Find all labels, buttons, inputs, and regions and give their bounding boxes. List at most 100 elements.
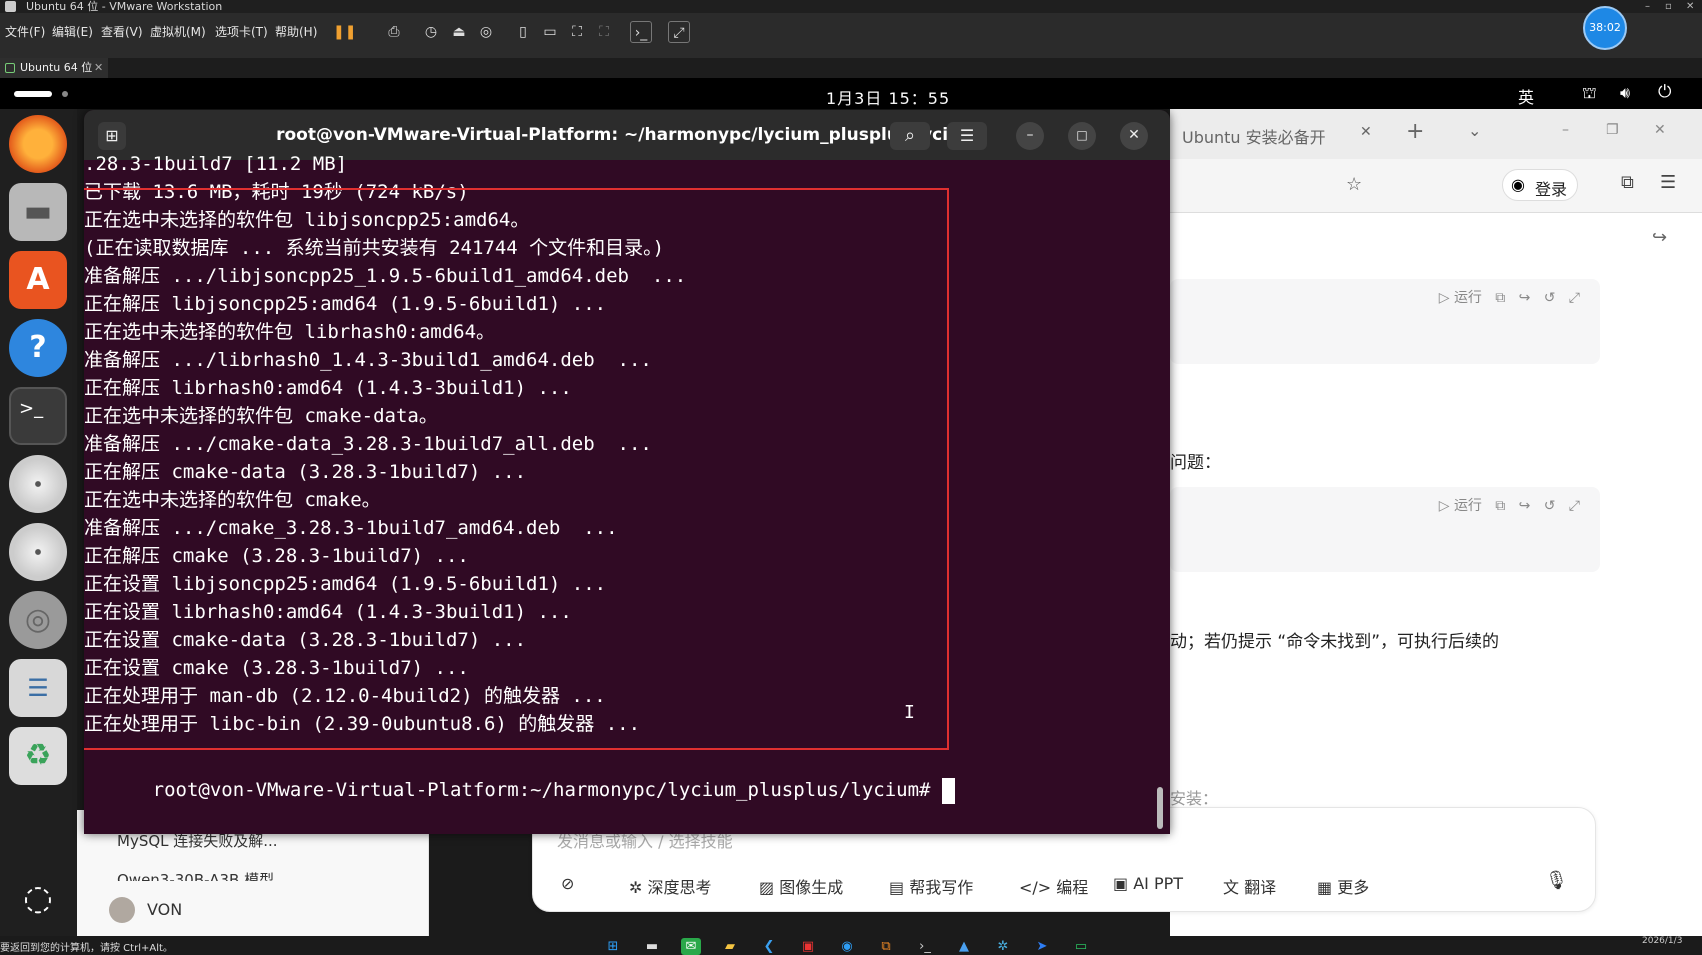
menu-help[interactable]: 帮助(H) bbox=[275, 23, 317, 41]
new-tab-icon[interactable]: + bbox=[1406, 119, 1424, 144]
extensions-icon[interactable]: ⧉ bbox=[1621, 172, 1634, 193]
fullscreen-icon[interactable]: ⛶ bbox=[566, 21, 588, 43]
firefox-icon[interactable] bbox=[9, 115, 67, 173]
login-button[interactable]: ◉ 登录 bbox=[1502, 169, 1578, 201]
volume-icon[interactable]: 🔊︎ bbox=[1620, 83, 1630, 103]
wechat-icon[interactable]: ✉ bbox=[681, 938, 701, 955]
stretch-icon[interactable]: ⤢ bbox=[668, 21, 690, 43]
run-icon[interactable]: ▷ bbox=[1439, 290, 1450, 306]
terminal-prompt: root@von-VMware-Virtual-Platform:~/harmo… bbox=[84, 748, 955, 832]
tab-close-icon[interactable]: ✕ bbox=[94, 58, 103, 78]
jetbrains-icon[interactable]: ▣ bbox=[798, 938, 818, 955]
help-icon[interactable]: ? bbox=[9, 319, 67, 377]
browser-menu-icon[interactable]: ☰ bbox=[1660, 172, 1676, 193]
username[interactable]: VON bbox=[147, 900, 182, 919]
browser-restore-icon[interactable]: ❐ bbox=[1606, 122, 1619, 138]
snapshot-icon[interactable]: ◷ bbox=[420, 21, 442, 43]
disk-utility-icon[interactable]: ◎ bbox=[9, 591, 67, 649]
tool-code[interactable]: </> 编程 bbox=[1019, 874, 1088, 898]
maximize-icon[interactable]: ▫ bbox=[1665, 0, 1672, 13]
terminal-icon[interactable]: >_ bbox=[9, 387, 67, 445]
tool-translate[interactable]: 文 翻译 bbox=[1223, 874, 1276, 898]
power-icon[interactable]: ⏻ bbox=[1658, 82, 1671, 102]
terminal-line: .28.3-1build7 [11.2 MB] bbox=[84, 153, 348, 175]
app-icon-4[interactable]: ▭ bbox=[1071, 938, 1091, 955]
host-taskbar: 要返回到您的计算机，请按 Ctrl+Alt。 ⊞ ▬ ✉ ▰ ❮ ▣ ◉ ⧉ ›… bbox=[0, 936, 1702, 955]
vscode-icon[interactable]: ❮ bbox=[759, 938, 779, 955]
unity-icon[interactable]: ⛶ bbox=[593, 21, 615, 43]
task-view-icon[interactable]: ▬ bbox=[642, 938, 662, 955]
start-icon[interactable]: ⊞ bbox=[603, 938, 623, 955]
browser-close-icon[interactable]: ✕ bbox=[1654, 122, 1666, 138]
browser-minimize-icon[interactable]: – bbox=[1562, 122, 1569, 138]
files-icon[interactable]: ▬ bbox=[9, 183, 67, 241]
terminal-scrollbar[interactable] bbox=[1157, 787, 1163, 829]
ubuntu-dock: ▬ A ? >_ ◎ ☰ ♻ ◌ bbox=[0, 109, 77, 936]
dvd-icon[interactable] bbox=[9, 455, 67, 513]
tool-image-gen[interactable]: ▨ 图像生成 bbox=[759, 874, 843, 898]
menu-file[interactable]: 文件(F) bbox=[5, 23, 45, 41]
tab-ubuntu[interactable]: Ubuntu 64 位 ✕ bbox=[0, 58, 108, 78]
dvd-icon-2[interactable] bbox=[9, 523, 67, 581]
close-icon[interactable]: ✕ bbox=[1686, 0, 1694, 13]
avatar[interactable] bbox=[109, 897, 135, 923]
tab-list-icon[interactable]: ⌄ bbox=[1468, 121, 1481, 140]
browser-tab-title[interactable]: Ubuntu 安装必备开 bbox=[1182, 124, 1326, 148]
terminal-close-icon[interactable]: ✕ bbox=[1120, 122, 1148, 150]
run-label-2[interactable]: 运行 bbox=[1454, 498, 1482, 514]
menu-view[interactable]: 查看(V) bbox=[101, 23, 143, 41]
send-keys-icon[interactable]: ⎙ bbox=[383, 21, 405, 43]
workspace-dot[interactable] bbox=[62, 91, 68, 97]
activities-indicator[interactable] bbox=[14, 91, 52, 97]
app-icon-1[interactable]: ▲ bbox=[954, 938, 974, 955]
show-apps-icon[interactable]: ◌ bbox=[9, 869, 67, 927]
history-item-2[interactable]: Qwen3-30B-A3B 模型 bbox=[117, 869, 274, 881]
tool-write-label: 帮我写作 bbox=[909, 878, 974, 897]
edge-icon[interactable]: ◉ bbox=[837, 938, 857, 955]
new-tab-icon[interactable]: ⊞ bbox=[98, 122, 126, 150]
pause-icon[interactable]: ❚❚ bbox=[333, 21, 356, 43]
menu-vm[interactable]: 虚拟机(M) bbox=[150, 23, 206, 41]
revert-snapshot-icon[interactable]: ⏏ bbox=[448, 21, 470, 43]
terminal-maximize-icon[interactable]: □ bbox=[1068, 122, 1096, 150]
tool-deep-think[interactable]: ✲ 深度思考 bbox=[629, 874, 712, 898]
menu-edit[interactable]: 编辑(E) bbox=[52, 23, 93, 41]
status-text: 要返回到您的计算机，请按 Ctrl+Alt。 bbox=[0, 943, 173, 954]
terminal-menu-icon[interactable]: ☰ bbox=[947, 122, 987, 150]
network-icon[interactable]: ⛫ bbox=[1582, 83, 1597, 104]
vmware-taskbar-icon[interactable]: ⧉ bbox=[876, 938, 896, 955]
text-editor-icon[interactable]: ☰ bbox=[9, 659, 67, 717]
browser-tab-close-icon[interactable]: ✕ bbox=[1360, 124, 1372, 140]
explorer-icon[interactable]: ▰ bbox=[720, 938, 740, 955]
tab-label: Ubuntu 64 位 bbox=[20, 61, 93, 74]
bookmark-star-icon[interactable]: ☆ bbox=[1346, 174, 1362, 195]
code-block-2: ▷ 运行 ⧉ ↪ ↺ ⤢ bbox=[1170, 487, 1600, 572]
app-center-icon[interactable]: A bbox=[9, 251, 67, 309]
input-method[interactable]: 英 bbox=[1518, 84, 1534, 108]
share-icon[interactable]: ↪ bbox=[1652, 227, 1667, 248]
run-icon-2[interactable]: ▷ bbox=[1439, 498, 1450, 514]
minimize-icon[interactable]: – bbox=[1645, 0, 1650, 13]
app-icon-3[interactable]: ➤ bbox=[1032, 938, 1052, 955]
attach-icon[interactable]: ⊘ bbox=[561, 874, 574, 893]
snapshot-manager-icon[interactable]: ◎ bbox=[475, 21, 497, 43]
thumbnail-icon[interactable]: ▭ bbox=[539, 21, 561, 43]
sidebar-toggle-icon[interactable]: ▯ bbox=[512, 21, 534, 43]
tool-write[interactable]: ▤ 帮我写作 bbox=[889, 874, 973, 898]
run-label[interactable]: 运行 bbox=[1454, 290, 1482, 306]
clock[interactable]: 1月3日 15：55 bbox=[826, 85, 950, 109]
terminal-taskbar-icon[interactable]: ›_ bbox=[915, 938, 935, 955]
tool-more[interactable]: ▦ 更多 bbox=[1317, 874, 1369, 898]
vmware-logo-icon bbox=[5, 1, 16, 12]
terminal-output[interactable]: .28.3-1build7 [11.2 MB] 已下载 13.6 MB，耗时 19… bbox=[84, 153, 1170, 834]
menu-tabs[interactable]: 选项卡(T) bbox=[215, 23, 268, 41]
console-view-icon[interactable]: ›_ bbox=[630, 21, 652, 43]
trash-icon[interactable]: ♻ bbox=[9, 727, 67, 785]
vmware-tab-strip: Ubuntu 64 位 ✕ bbox=[0, 58, 1702, 78]
ubuntu-top-bar: 1月3日 15：55 英 ⛫ 🔊︎ ⏻ bbox=[0, 78, 1702, 109]
tool-ai-ppt[interactable]: ▣ AI PPT bbox=[1113, 874, 1183, 893]
app-icon-2[interactable]: ✲ bbox=[993, 938, 1013, 955]
terminal-minimize-icon[interactable]: – bbox=[1016, 122, 1044, 150]
terminal-search-icon[interactable]: ⌕ bbox=[890, 122, 930, 150]
microphone-icon[interactable]: 🎙︎ bbox=[1545, 870, 1568, 891]
